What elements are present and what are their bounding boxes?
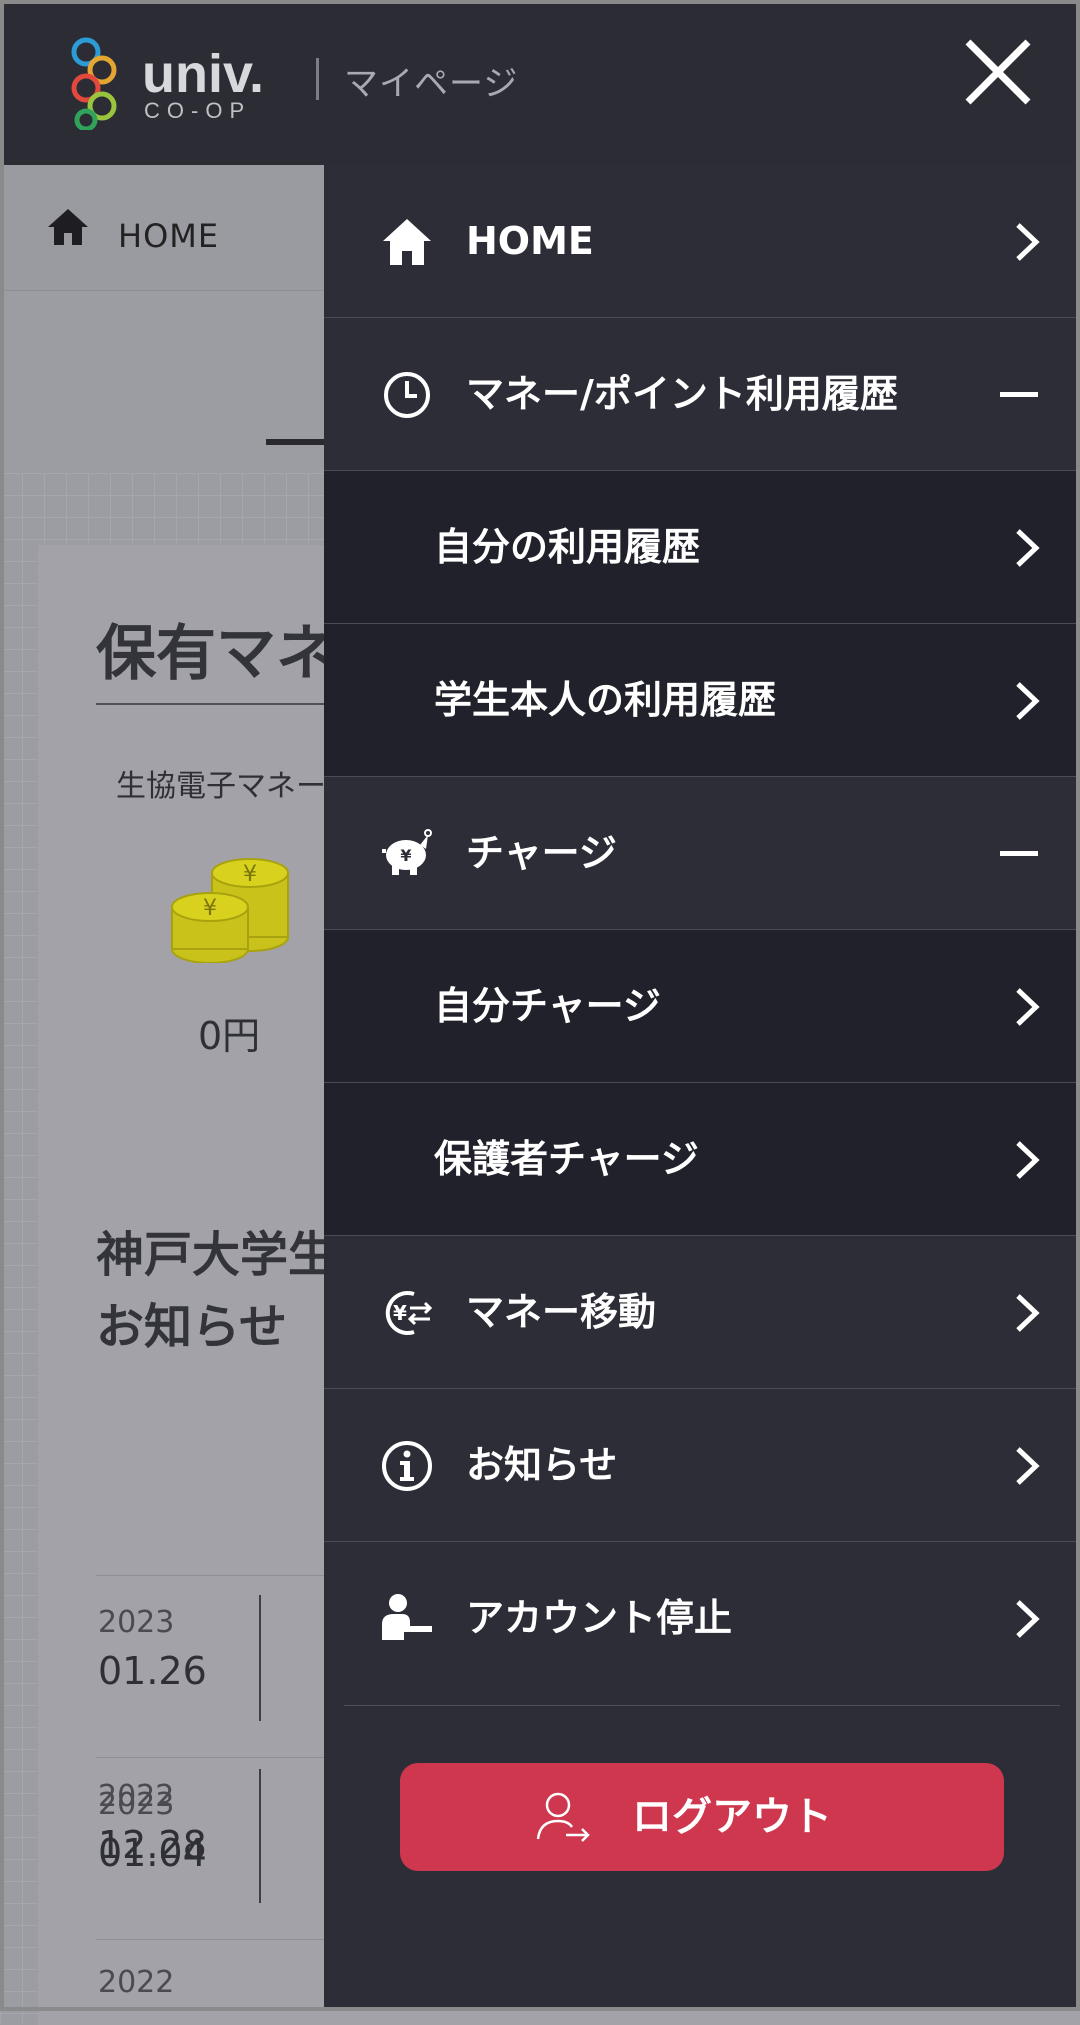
news-row[interactable]: 2022 12.28 (96, 1769, 326, 1909)
menu-item-history[interactable]: マネー/ポイント利用履歴 (324, 318, 1080, 471)
menu-label: マネー/ポイント利用履歴 (466, 372, 898, 416)
menu-item-money-transfer[interactable]: ¥ マネー移動 (324, 1236, 1080, 1389)
chevron-right-icon (1016, 1600, 1040, 1638)
user-desk-icon (382, 1594, 432, 1640)
news-separator (259, 1595, 261, 1721)
page-title: マイページ (344, 64, 519, 104)
menu-item-charge-guardian[interactable]: 保護者チャージ (324, 1083, 1080, 1236)
menu-label: マネー移動 (466, 1290, 657, 1334)
menu-item-charge-self[interactable]: 自分チャージ (324, 930, 1080, 1083)
balance-heading: 保有マネ (96, 619, 336, 689)
chevron-right-icon (1016, 682, 1040, 720)
side-drawer-menu: HOME マネー/ポイント利用履歴 自分の利用履歴 学生本人の利用履歴 ¥ チャ… (324, 165, 1080, 2011)
money-transfer-icon: ¥ (385, 1291, 433, 1335)
chevron-right-icon (1016, 529, 1040, 567)
news-year: 2023 (98, 1605, 175, 1640)
logout-button[interactable]: ログアウト (400, 1763, 1004, 1871)
svg-text:CO-OP: CO-OP (144, 98, 251, 123)
news-divider (96, 1757, 326, 1758)
chevron-right-icon (1016, 1294, 1040, 1332)
chevron-right-icon (1016, 223, 1040, 261)
logo-divider (316, 58, 319, 100)
app-header: univ. CO-OP マイページ (0, 0, 1080, 165)
svg-text:¥: ¥ (393, 1301, 407, 1325)
home-icon (383, 219, 431, 265)
menu-label: 自分チャージ (434, 984, 661, 1028)
svg-text:¥: ¥ (400, 846, 411, 865)
collapse-icon[interactable] (1000, 851, 1038, 856)
news-heading-line1: 神戸大学生 (96, 1227, 337, 1283)
news-divider (96, 1575, 326, 1576)
piggy-bank-icon: ¥ (382, 829, 432, 875)
menu-item-home[interactable]: HOME (324, 165, 1080, 318)
news-year: 2022 (98, 1965, 175, 2000)
menu-label: 自分の利用履歴 (434, 525, 701, 569)
home-icon (48, 209, 88, 245)
menu-item-account-stop[interactable]: アカウント停止 (324, 1542, 1080, 1695)
info-icon (382, 1441, 432, 1491)
news-date: 01.26 (98, 1649, 207, 1693)
menu-item-history-student[interactable]: 学生本人の利用履歴 (324, 624, 1080, 777)
menu-label: 学生本人の利用履歴 (434, 678, 777, 722)
menu-label: チャージ (466, 831, 617, 875)
news-divider (96, 1939, 326, 1940)
collapse-icon[interactable] (1000, 392, 1038, 397)
menu-label: 保護者チャージ (434, 1137, 699, 1181)
chevron-right-icon (1016, 1141, 1040, 1179)
svg-text:¥: ¥ (243, 862, 257, 887)
money-amount: 0円 (198, 1014, 261, 1058)
chevron-right-icon (1016, 1447, 1040, 1485)
menu-item-charge[interactable]: ¥ チャージ (324, 777, 1080, 930)
logout-label: ログアウト (632, 1794, 832, 1840)
menu-item-news[interactable]: お知らせ (324, 1389, 1080, 1542)
chevron-right-icon (1016, 988, 1040, 1026)
svg-text:univ.: univ. (142, 44, 264, 104)
money-label: 生協電子マネー (116, 769, 326, 804)
news-date: 12.28 (98, 1823, 207, 1867)
news-year: 2022 (98, 1779, 175, 1814)
breadcrumb-home: HOME (118, 217, 220, 255)
menu-divider (344, 1705, 1060, 1706)
coins-icon: ¥ ¥ (171, 858, 289, 963)
news-heading-line2: お知らせ (96, 1299, 288, 1355)
svg-text:¥: ¥ (203, 896, 217, 921)
news-row[interactable]: 2023 01.26 (96, 1595, 326, 1735)
news-row[interactable]: 2022 (96, 1965, 326, 2005)
menu-label: お知らせ (466, 1443, 618, 1487)
close-menu-button[interactable] (962, 36, 1034, 108)
logout-user-icon (536, 1792, 590, 1842)
news-heading: 神戸大学生 お知らせ (96, 1219, 336, 1363)
menu-item-history-self[interactable]: 自分の利用履歴 (324, 471, 1080, 624)
menu-label: HOME (466, 219, 594, 263)
menu-label: アカウント停止 (466, 1596, 733, 1640)
clock-icon (384, 372, 430, 418)
univ-coop-logo[interactable]: univ. CO-OP (66, 34, 296, 130)
news-separator (259, 1769, 261, 1895)
heading-divider (96, 703, 346, 705)
